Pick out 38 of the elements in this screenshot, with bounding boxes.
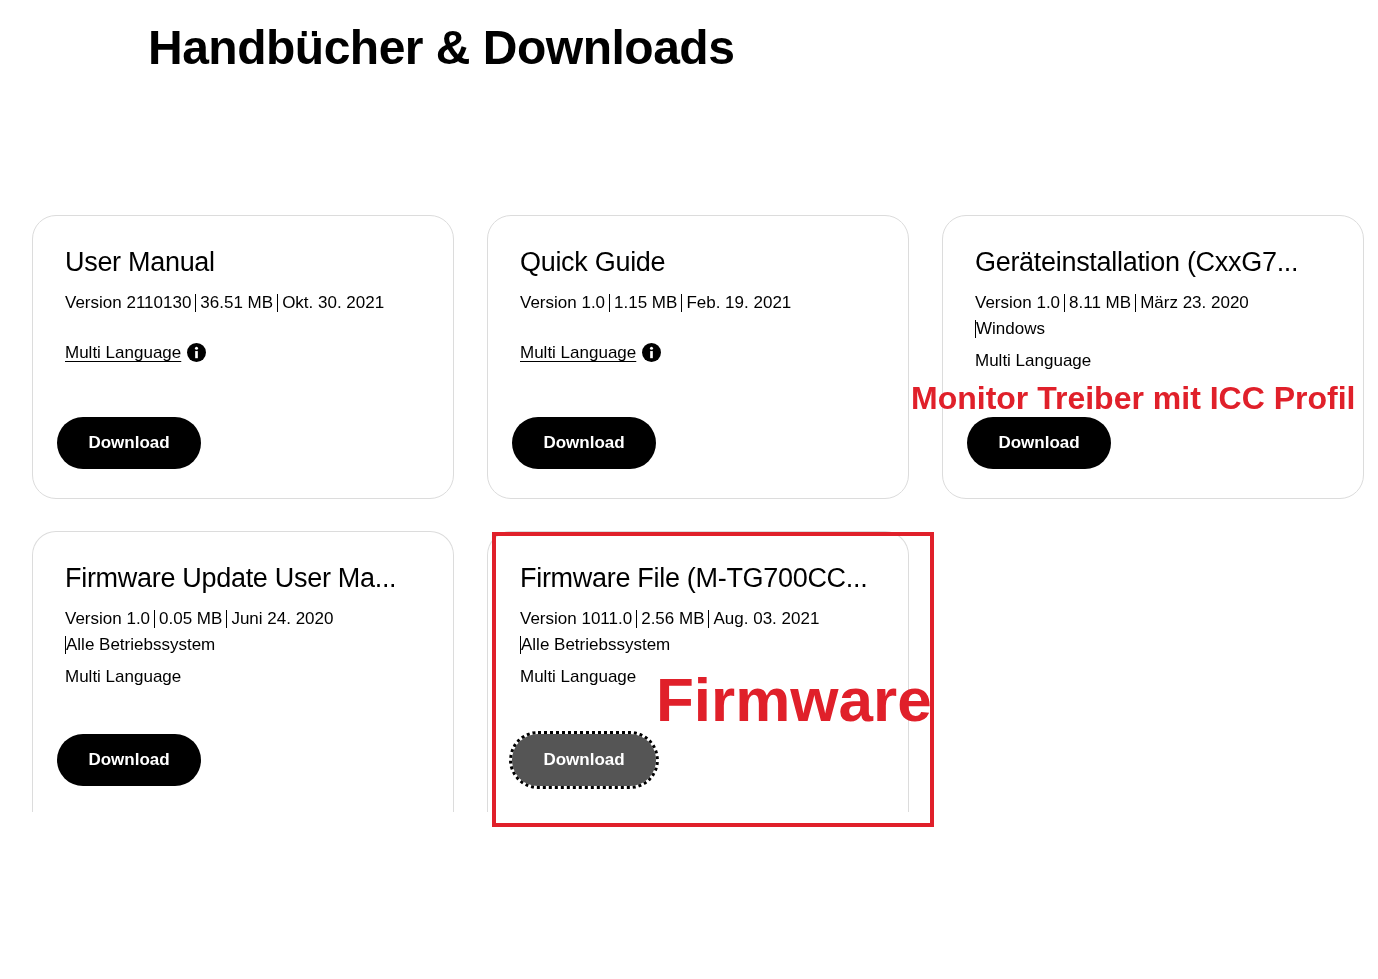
language-link[interactable]: Multi Language xyxy=(65,340,182,366)
file-info: Version 1.0 xyxy=(975,292,1062,315)
file-info: 1.15 MB xyxy=(609,294,682,313)
card-title: User Manual xyxy=(65,245,216,279)
card-title: Geräteinstallation (CxxG7... xyxy=(975,245,1300,279)
download-button[interactable]: Download xyxy=(57,416,201,469)
file-info: 0.05 MB xyxy=(154,610,227,629)
file-info: 36.51 MB xyxy=(195,294,278,313)
page-title: Handbücher & Downloads xyxy=(148,22,736,75)
file-info: Juni 24. 2020 xyxy=(226,610,338,629)
file-info: Windows xyxy=(975,320,1049,339)
card-title: Firmware Update User Ma... xyxy=(65,561,398,595)
language-link[interactable]: Multi Language xyxy=(520,340,637,366)
file-info: Alle Betriebssystem xyxy=(520,636,675,655)
file-info: Version 1011.0 xyxy=(520,608,634,631)
download-button[interactable]: Download xyxy=(512,416,656,469)
language-label: Multi Language xyxy=(65,666,182,689)
file-info: Aug. 03. 2021 xyxy=(708,610,824,629)
info-icon[interactable] xyxy=(187,343,207,363)
file-info: Version 1.0 xyxy=(520,292,607,315)
annotation-label: Firmware xyxy=(656,667,932,732)
file-info: Feb. 19. 2021 xyxy=(681,294,796,313)
file-info: Okt. 30. 2021 xyxy=(277,294,389,313)
card-title: Quick Guide xyxy=(520,245,667,279)
file-info: März 23. 2020 xyxy=(1135,294,1253,313)
file-info: 8.11 MB xyxy=(1064,294,1136,313)
card-title: Firmware File (M-TG700CC... xyxy=(520,561,869,595)
download-button[interactable]: Download xyxy=(967,416,1111,469)
file-info: Alle Betriebssystem xyxy=(65,636,220,655)
download-button[interactable]: Download xyxy=(512,733,656,786)
file-info: Version 2110130 xyxy=(65,292,193,315)
file-info: 2.56 MB xyxy=(636,610,709,629)
info-icon[interactable] xyxy=(642,343,662,363)
annotation-label: Monitor Treiber mit ICC Profil xyxy=(911,379,1356,416)
language-label: Multi Language xyxy=(520,666,637,689)
download-button[interactable]: Download xyxy=(57,733,201,786)
file-info: Version 1.0 xyxy=(65,608,152,631)
language-label: Multi Language xyxy=(975,350,1092,373)
